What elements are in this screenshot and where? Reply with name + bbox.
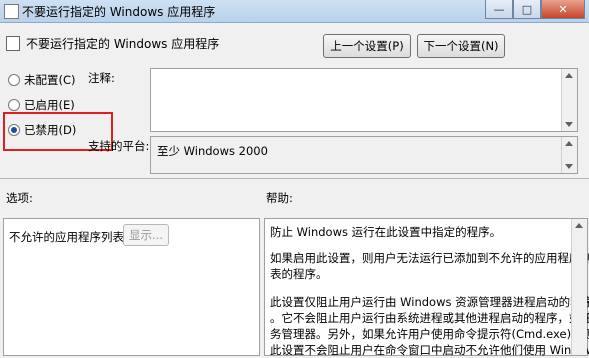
help-line: 务管理器。另外，如果允许用户使用命令提示符(Cmd.exe)，则 <box>270 327 589 341</box>
help-line: 此设置不会阻止用户在命令窗口中启动不允许他们使用 Windows <box>270 343 589 357</box>
scroll-down-icon[interactable] <box>565 122 573 127</box>
disallowed-list-label: 不允许的应用程序列表 <box>9 230 124 244</box>
maximize-icon[interactable]: □ <box>513 0 541 19</box>
section-divider <box>0 178 589 179</box>
radio-enabled[interactable]: 已启用(E) <box>8 97 75 113</box>
scroll-up-icon[interactable] <box>565 73 573 78</box>
close-icon[interactable]: ✕ <box>541 0 585 19</box>
options-label: 选项: <box>6 191 33 205</box>
comment-scrollbar[interactable] <box>561 69 577 131</box>
title-bar: 不要运行指定的 Windows 应用程序 — □ ✕ <box>0 0 589 23</box>
scroll-down-icon[interactable] <box>565 164 573 169</box>
radio-button[interactable] <box>8 99 20 111</box>
window-title: 不要运行指定的 Windows 应用程序 <box>22 5 216 19</box>
supported-value-box: 至少 Windows 2000 <box>150 136 578 174</box>
help-label: 帮助: <box>266 191 293 205</box>
help-line: 。它不会阻止用户运行由系统进程或其他进程启动的程序，如任 <box>270 311 589 325</box>
comment-textarea[interactable] <box>150 68 578 132</box>
next-setting-button[interactable]: 下一个设置(N) <box>417 34 505 58</box>
prev-setting-button[interactable]: 上一个设置(P) <box>323 34 411 58</box>
help-line: 如果启用此设置，则用户无法运行已添加到不允许的应用程序列 <box>270 251 589 265</box>
radio-button[interactable] <box>8 74 20 86</box>
help-line: 表的程序。 <box>270 267 328 281</box>
scroll-up-icon[interactable] <box>575 223 583 228</box>
supported-scrollbar[interactable] <box>561 137 577 173</box>
radio-label: 未配置(C) <box>24 73 76 87</box>
supported-label: 支持的平台: <box>88 139 150 153</box>
options-pane: 不允许的应用程序列表 显示... <box>3 218 260 356</box>
setting-title: 不要运行指定的 Windows 应用程序 <box>26 37 220 51</box>
radio-label: 已启用(E) <box>24 98 75 112</box>
radio-not-configured[interactable]: 未配置(C) <box>8 72 76 88</box>
help-pane: 防止 Windows 运行在此设置中指定的程序。 如果启用此设置，则用户无法运行… <box>264 218 589 357</box>
help-line: 防止 Windows 运行在此设置中指定的程序。 <box>270 225 502 239</box>
help-line: 此设置仅阻止用户运行由 Windows 资源管理器进程启动的程序 <box>270 295 589 309</box>
policy-icon <box>4 4 19 19</box>
comment-label: 注释: <box>88 71 115 85</box>
window-controls: — □ ✕ <box>485 0 585 19</box>
scroll-up-icon[interactable] <box>565 141 573 146</box>
help-scrollbar[interactable] <box>571 219 587 355</box>
supported-value: 至少 Windows 2000 <box>157 144 268 158</box>
minimize-icon[interactable]: — <box>485 0 513 19</box>
setting-icon <box>6 36 20 51</box>
show-button[interactable]: 显示... <box>123 224 169 246</box>
